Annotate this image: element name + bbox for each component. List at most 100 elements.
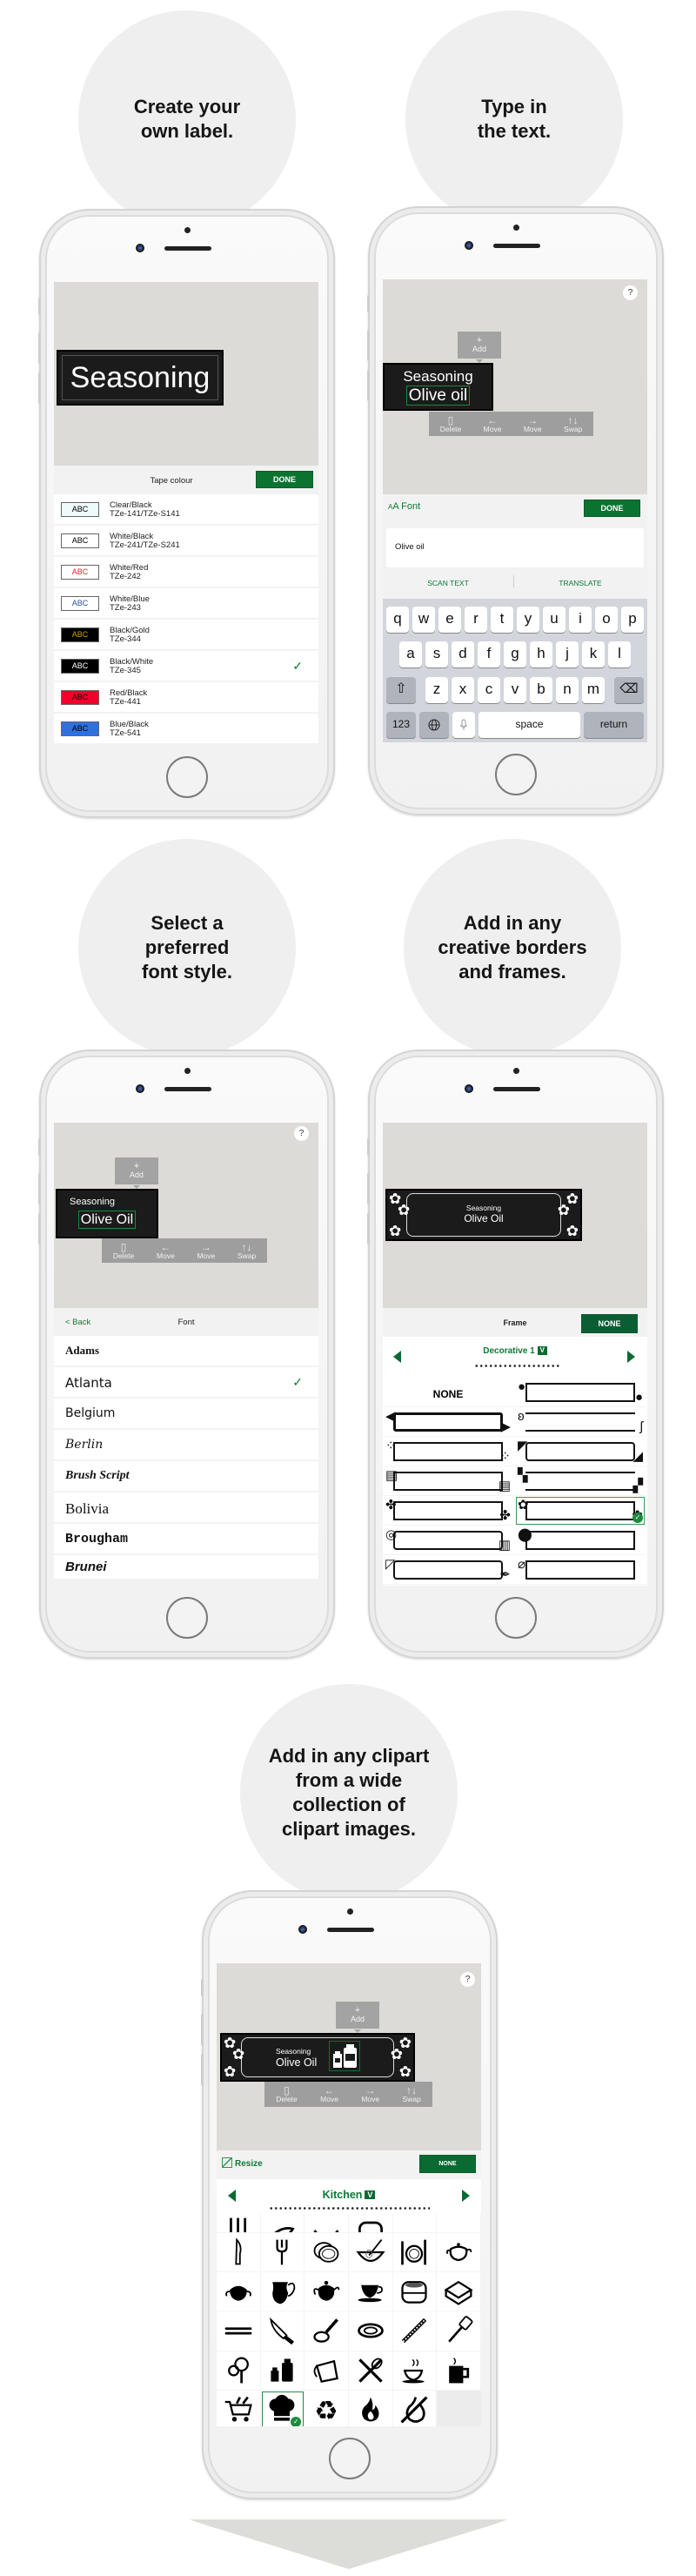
help-button[interactable]: ?	[623, 285, 638, 300]
clipart-option-pot[interactable]	[349, 2214, 393, 2233]
font-option[interactable]: Bolivia	[54, 1493, 318, 1524]
clipart-option-plates[interactable]	[304, 2233, 349, 2273]
key-d[interactable]: d	[452, 641, 474, 667]
next-category-arrow[interactable]	[627, 1351, 635, 1363]
font-option[interactable]: Brougham	[54, 1524, 318, 1555]
clipart-option-fire[interactable]	[349, 2390, 393, 2426]
clipart-option-teacup[interactable]	[349, 2272, 393, 2312]
key-m[interactable]: m	[582, 677, 605, 703]
tape-colour-row[interactable]: ABC Blue/Black TZe-541	[54, 714, 318, 745]
clipart-option-recycle[interactable]: ♻	[304, 2390, 349, 2426]
home-button[interactable]	[329, 2438, 371, 2479]
action-delete-button[interactable]: ▯ Delete	[113, 1242, 135, 1260]
font-option[interactable]: Atlanta ✓	[54, 1367, 318, 1399]
frame-option-hexagon[interactable]: ◀ ▶	[383, 1407, 513, 1437]
key-x[interactable]: x	[452, 677, 474, 703]
key-j[interactable]: j	[556, 641, 579, 667]
key-s[interactable]: s	[425, 641, 448, 667]
key-c[interactable]: c	[478, 677, 500, 703]
frame-option-checker[interactable]: ▚ ▞	[515, 1466, 646, 1496]
key-h[interactable]: h	[530, 641, 552, 667]
dictation-key[interactable]	[452, 712, 475, 738]
clipart-option-no-fire[interactable]	[392, 2390, 438, 2426]
key-e[interactable]: e	[438, 607, 461, 633]
key-i[interactable]: i	[569, 607, 592, 633]
add-button[interactable]: + Add	[115, 1157, 158, 1189]
clipart-option-cart[interactable]	[217, 2390, 261, 2426]
key-n[interactable]: n	[556, 677, 579, 703]
action-delete-button[interactable]: ▯ Delete	[276, 2085, 298, 2103]
numbers-key[interactable]: 123	[386, 712, 416, 738]
font-option[interactable]: Brush Script	[54, 1461, 318, 1493]
resize-button[interactable]: Resize	[222, 2157, 263, 2169]
clipart-option-sugar-bowl[interactable]	[217, 2272, 261, 2312]
clipart-option-chopsticks[interactable]	[217, 2311, 261, 2351]
return-key[interactable]: return	[584, 712, 644, 738]
clipart-option-mug[interactable]	[437, 2351, 481, 2391]
key-w[interactable]: w	[412, 607, 435, 633]
key-k[interactable]: k	[582, 641, 605, 667]
clipart-option-bread-knife[interactable]	[392, 2311, 438, 2351]
clipart-option-fork[interactable]	[260, 2233, 305, 2273]
frame-option-zigzag-dots[interactable]: ● ●	[515, 1378, 646, 1407]
label-preview[interactable]: Seasoning Olive Oil	[56, 1189, 158, 1238]
key-r[interactable]: r	[465, 607, 487, 633]
tape-colour-row[interactable]: ABC White/Red TZe-242	[54, 557, 318, 588]
clipart-option-steamer[interactable]	[392, 2272, 438, 2312]
none-button[interactable]: NONE	[419, 2155, 476, 2173]
add-button[interactable]: + Add	[336, 2002, 379, 2033]
frame-option-pin[interactable]: ⬤	[515, 1526, 646, 1555]
translate-button[interactable]: TRANSLATE	[515, 579, 646, 587]
label-preview[interactable]: Seasoning Olive oil	[383, 363, 493, 411]
text-input[interactable]: Olive oil	[386, 528, 644, 567]
clipart-option-crossed-utensils[interactable]	[349, 2351, 393, 2391]
help-button[interactable]: ?	[460, 1972, 475, 1987]
frame-option-floral[interactable]: ✿✿✓	[515, 1496, 646, 1526]
key-p[interactable]: p	[621, 607, 644, 633]
category-selector[interactable]: Decorative 1V	[383, 1346, 647, 1356]
key-l[interactable]: l	[608, 641, 631, 667]
tape-colour-row[interactable]: ABC White/Blue TZe-243	[54, 588, 318, 620]
help-button[interactable]: ?	[294, 1126, 309, 1141]
tape-colour-row[interactable]: ABC Black/Gold TZe-344	[54, 620, 318, 651]
shift-key[interactable]: ⇧	[386, 677, 416, 703]
clipart-option-box[interactable]	[437, 2272, 481, 2312]
category-selector[interactable]: Kitchen V	[217, 2189, 481, 2201]
font-button[interactable]: AA Font	[388, 501, 420, 512]
action-move-button[interactable]: ← Move	[484, 415, 502, 433]
clipart-option-whisk-bowl[interactable]	[349, 2233, 393, 2273]
key-q[interactable]: q	[386, 607, 409, 633]
none-button[interactable]: NONE	[581, 1314, 638, 1333]
backspace-key[interactable]: ⌫	[614, 677, 644, 703]
font-option[interactable]: Belgium	[54, 1399, 318, 1430]
font-option[interactable]: Adams	[54, 1336, 318, 1367]
key-o[interactable]: o	[595, 607, 618, 633]
frame-option-clip[interactable]: ◎ ▥	[383, 1526, 513, 1555]
key-z[interactable]: z	[425, 677, 448, 703]
home-button[interactable]	[166, 756, 208, 798]
key-b[interactable]: b	[530, 677, 552, 703]
frame-option-paperclip[interactable]: ⌀	[515, 1555, 646, 1585]
clipart-option-measuring-cup[interactable]	[304, 2351, 349, 2391]
tape-colour-row[interactable]: ABC Clear/Black TZe-141/TZe-S141	[54, 494, 318, 526]
frame-option-striped-ends[interactable]: ▤ ▤	[383, 1466, 513, 1496]
action-delete-button[interactable]: ▯ Delete	[440, 415, 462, 433]
clipart-option-tray[interactable]	[392, 2214, 438, 2233]
frame-option-dot-grid[interactable]: ⁘ ⁘	[383, 1437, 513, 1466]
label-preview[interactable]: Seasoning	[57, 350, 224, 406]
home-button[interactable]	[495, 1597, 537, 1639]
action-swap-button[interactable]: ↑↓ Swap	[564, 415, 582, 433]
clipart-option-plate[interactable]	[349, 2311, 393, 2351]
clipart-option-pan[interactable]	[304, 2311, 349, 2351]
frame-option-clover[interactable]: ✤ ✤	[383, 1496, 513, 1526]
home-button[interactable]	[495, 754, 537, 795]
frame-option-corner-leaf[interactable]: ◤ ◢	[515, 1437, 646, 1466]
key-t[interactable]: t	[491, 607, 513, 633]
space-key[interactable]: space	[478, 712, 580, 738]
clipart-option-pitcher[interactable]	[260, 2272, 305, 2312]
clipart-option-spoon[interactable]	[260, 2214, 305, 2233]
key-y[interactable]: y	[517, 607, 539, 633]
action-move-button[interactable]: → Move	[524, 415, 542, 433]
add-button[interactable]: + Add	[458, 332, 501, 363]
font-option[interactable]: Berlin	[54, 1430, 318, 1461]
